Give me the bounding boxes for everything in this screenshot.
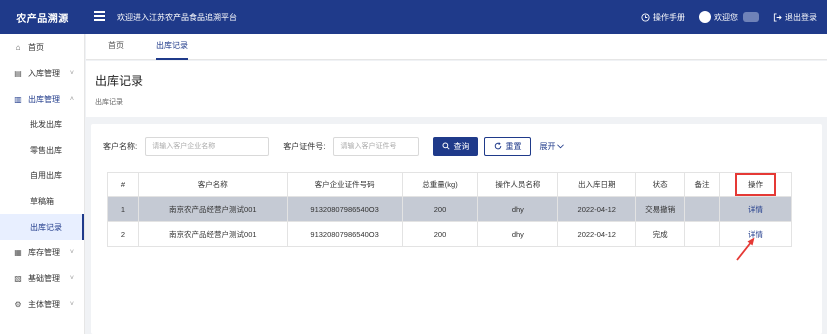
- sidebar-item-label: 出库管理: [28, 94, 60, 104]
- page-title: 出库记录: [95, 74, 144, 88]
- inbound-icon: ▤: [14, 68, 22, 78]
- sidebar-item-outbound[interactable]: ▥ 出库管理 ˄: [0, 86, 84, 112]
- user-name-redacted: [743, 12, 759, 22]
- cell-license: 91320807986540O3: [286, 196, 403, 222]
- table-row[interactable]: 2 南京农产品经营户测试001 91320807986540O3 200 dhy…: [107, 221, 792, 247]
- base-icon: ▧: [14, 274, 22, 284]
- logout-label: 退出登录: [785, 12, 817, 22]
- welcome-text: 欢迎进入江苏农产品食品追溯平台: [117, 13, 237, 22]
- search-button-label: 查询: [453, 141, 470, 151]
- sidebar-item-label: 首页: [28, 42, 44, 52]
- expand-label: 展开: [539, 141, 556, 151]
- column-header: 出入库日期: [557, 172, 637, 197]
- breadcrumb: 出库记录: [95, 99, 123, 106]
- logout-button[interactable]: 退出登录: [773, 12, 817, 23]
- sidebar-sub-retail[interactable]: 零售出库: [0, 138, 84, 164]
- sidebar-item-label: 库存管理: [28, 248, 60, 258]
- column-header: 备注: [684, 172, 721, 197]
- table-row[interactable]: 1 南京农产品经营户测试001 91320807986540O3 200 dhy…: [107, 196, 792, 222]
- cell-no: 1: [107, 196, 139, 222]
- records-card: 客户名称: 客户证件号: 查询 重置 展开 # 客户名称 客户企业证件号码: [91, 124, 822, 334]
- avatar: [699, 11, 711, 23]
- chevron-down-icon: ˅: [69, 301, 74, 309]
- column-header: 总重量(kg): [401, 172, 479, 197]
- column-header: 操作人员名称: [477, 172, 559, 197]
- logout-icon: [773, 12, 782, 22]
- top-bar: 农产品溯源 欢迎进入江苏农产品食品追溯平台 操作手册 欢迎您 退出登录: [0, 0, 827, 34]
- cell-no: 2: [107, 221, 139, 247]
- reset-button[interactable]: 重置: [484, 136, 532, 156]
- cell-date: 2022-04-12: [557, 221, 637, 247]
- action-header-highlight: 操作: [735, 173, 776, 196]
- refresh-icon: [495, 142, 502, 150]
- outbound-icon: ▥: [14, 94, 22, 104]
- sidebar-item-home[interactable]: ⌂ 首页: [0, 34, 84, 60]
- chevron-down-icon: [557, 143, 565, 148]
- tab-home[interactable]: 首页: [108, 34, 124, 60]
- home-icon: ⌂: [15, 42, 21, 52]
- chevron-down-icon: ˅: [69, 249, 74, 257]
- annotation-arrow-icon: [736, 237, 755, 261]
- cell-customer-name: 南京农产品经营户测试001: [137, 221, 288, 247]
- chevron-down-icon: ˅: [69, 69, 74, 77]
- sidebar-item-base[interactable]: ▧ 基础管理 ˅: [0, 266, 84, 292]
- user-menu[interactable]: 欢迎您: [699, 11, 759, 23]
- detail-link[interactable]: 详情: [719, 196, 792, 222]
- cell-status: 完成: [635, 221, 686, 247]
- license-label: 客户证件号:: [283, 141, 326, 151]
- tab-outbound-records[interactable]: 出库记录: [156, 34, 188, 60]
- table-header-row: # 客户名称 客户企业证件号码 总重量(kg) 操作人员名称 出入库日期 状态 …: [107, 172, 792, 197]
- sidebar-sub-drafts[interactable]: 草稿箱: [0, 189, 84, 215]
- manual-link[interactable]: 操作手册: [641, 12, 685, 23]
- filter-bar: 客户名称: 客户证件号: 查询 重置 展开: [103, 136, 565, 156]
- app-logo[interactable]: 农产品溯源: [0, 0, 85, 34]
- sidebar-item-label: 主体管理: [28, 300, 60, 310]
- sidebar: ⌂ 首页 ▤ 入库管理 ˅ ▥ 出库管理 ˄ 批发出库 零售出库 自用出库 草稿…: [0, 34, 85, 334]
- cell-weight: 200: [401, 221, 479, 247]
- cell-status: 交易撤销: [635, 196, 686, 222]
- customer-name-label: 客户名称:: [103, 141, 138, 151]
- sidebar-item-label: 入库管理: [28, 68, 60, 78]
- column-header: 状态: [635, 172, 686, 197]
- sidebar-item-subject[interactable]: ⚙ 主体管理 ˅: [0, 292, 84, 318]
- chevron-down-icon: ˅: [69, 275, 74, 283]
- sidebar-item-inventory[interactable]: ▦ 库存管理 ˅: [0, 240, 84, 266]
- column-header-action: 操作: [719, 172, 792, 197]
- cell-remark: [684, 221, 721, 247]
- cell-remark: [684, 196, 721, 222]
- sidebar-sub-outbound-records[interactable]: 出库记录: [0, 214, 84, 240]
- inventory-icon: ▦: [14, 248, 22, 258]
- cell-operator: dhy: [477, 221, 559, 247]
- manual-label: 操作手册: [653, 12, 685, 22]
- reset-button-label: 重置: [505, 141, 522, 151]
- expand-toggle[interactable]: 展开: [539, 141, 565, 152]
- license-input[interactable]: [333, 136, 420, 156]
- cell-customer-name: 南京农产品经营户测试001: [137, 196, 288, 222]
- clock-icon: [641, 12, 650, 22]
- sidebar-item-label: 基础管理: [28, 274, 60, 284]
- sidebar-sub-wholesale[interactable]: 批发出库: [0, 112, 84, 138]
- cell-date: 2022-04-12: [557, 196, 637, 222]
- customer-name-input[interactable]: [145, 136, 270, 156]
- column-header: #: [107, 172, 139, 197]
- subject-icon: ⚙: [14, 300, 22, 310]
- cell-weight: 200: [401, 196, 479, 222]
- page-header: 出库记录 出库记录: [86, 61, 827, 117]
- records-table: # 客户名称 客户企业证件号码 总重量(kg) 操作人员名称 出入库日期 状态 …: [107, 172, 792, 247]
- chevron-up-icon: ˄: [69, 95, 74, 103]
- search-icon: [442, 142, 451, 150]
- cell-operator: dhy: [477, 196, 559, 222]
- menu-toggle-icon[interactable]: [94, 11, 105, 21]
- search-button[interactable]: 查询: [433, 136, 479, 156]
- column-header: 客户名称: [137, 172, 288, 197]
- cell-license: 91320807986540O3: [286, 221, 403, 247]
- sidebar-sub-selfuse[interactable]: 自用出库: [0, 163, 84, 189]
- tab-bar: 首页 出库记录: [86, 34, 827, 60]
- column-header: 客户企业证件号码: [286, 172, 403, 197]
- user-greeting: 欢迎您: [714, 12, 738, 22]
- sidebar-item-inbound[interactable]: ▤ 入库管理 ˅: [0, 60, 84, 86]
